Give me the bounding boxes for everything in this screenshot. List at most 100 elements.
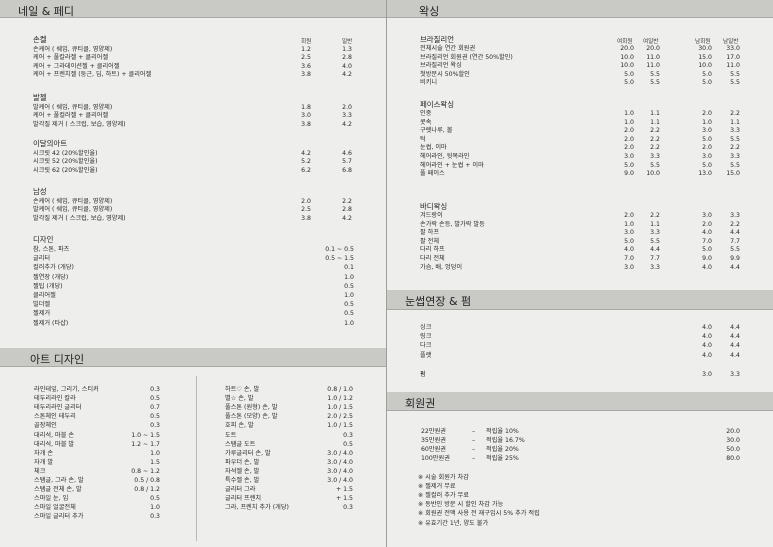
waxing-item-price: 5.5 bbox=[650, 79, 660, 87]
nail-group-title: 이달의아트 bbox=[33, 139, 67, 148]
nail-item-member-price: 6.2 bbox=[301, 166, 311, 174]
nail-item-regular-price: 4.2 bbox=[342, 120, 352, 128]
art-item-name: 테두리라인 칼라 bbox=[34, 395, 76, 403]
membership-voucher: 60만원권 bbox=[421, 446, 446, 454]
nail-item-name: 케어 + 프렌치젤 (둥근, 딥, 하트) + 클리어젤 bbox=[33, 71, 152, 79]
perm-regular-price: 3.3 bbox=[730, 371, 740, 378]
nail-item-member-price: 5.2 bbox=[301, 158, 311, 166]
membership-credit: 80.0 bbox=[726, 455, 740, 463]
waxing-item-name: 브라질리언 회원권 (연간 50%할인) bbox=[420, 53, 513, 61]
art-item-name: 자석젤 손, 발 bbox=[225, 467, 260, 475]
nail-item-regular-price: 1.3 bbox=[342, 46, 352, 53]
waxing-item-name: 인중 bbox=[420, 110, 432, 117]
art-item-price: 0.3 bbox=[343, 431, 353, 439]
nail-item-name: 케어 + 풀컬러젤 + 클리어젤 bbox=[33, 112, 109, 120]
design-item-name: 클리어젤 bbox=[33, 292, 56, 299]
waxing-item-name: 눈썹, 이마 bbox=[420, 144, 447, 152]
waxing-item-price: 11.0 bbox=[646, 62, 660, 70]
art-item-name: 풀스톤 (모양) 손, 발 bbox=[225, 413, 278, 421]
waxing-group-title: 바디왁싱 bbox=[420, 202, 448, 211]
lash-item-name: 싱크 bbox=[420, 324, 432, 331]
waxing-item-name: 손가락 손등, 발가락 발등 bbox=[420, 220, 485, 228]
waxing-item-name: 겨드랑이 bbox=[420, 212, 443, 219]
membership-dash: – bbox=[472, 455, 476, 463]
design-item-price: 0.5 bbox=[344, 301, 354, 309]
waxing-item-price: 5.5 bbox=[650, 237, 660, 245]
membership-rate: 적립율 25% bbox=[486, 455, 519, 463]
membership-note: ※ 젤컬러 추가 무료 bbox=[418, 492, 469, 500]
nail-item-member-price: 3.0 bbox=[301, 112, 311, 120]
waxing-item-name: 헤어라인, 뒷목라인 bbox=[420, 153, 470, 160]
nail-item-name: 발각질 제거 ( 스크럽, 보습, 영양제) bbox=[33, 120, 126, 128]
design-item-price: 0.5 bbox=[344, 282, 354, 290]
design-item-name: 젤팁 (개당) bbox=[33, 282, 63, 290]
nail-item-regular-price: 4.2 bbox=[342, 71, 352, 79]
art-item-price: 1.0 ~ 1.5 bbox=[131, 431, 160, 439]
art-item-price: 0.7 bbox=[150, 404, 160, 412]
art-item-price: 0.5 bbox=[150, 413, 160, 421]
waxing-item-price: 4.4 bbox=[730, 263, 740, 271]
art-item-price: 1.0 / 1.2 bbox=[327, 395, 353, 403]
membership-rate: 적립율 20% bbox=[486, 446, 519, 454]
waxing-item-price: 4.4 bbox=[650, 246, 660, 254]
art-item-price: 0.3 bbox=[150, 386, 160, 393]
waxing-item-price: 3.3 bbox=[650, 263, 660, 271]
waxing-group-title: 브라질리언 bbox=[420, 35, 454, 44]
waxing-group-title: 페이스왁싱 bbox=[420, 100, 454, 109]
design-item-price: 0.1 bbox=[344, 264, 354, 272]
art-item-price: 0.5 bbox=[150, 495, 160, 503]
membership-voucher: 22만원권 bbox=[421, 428, 446, 435]
waxing-item-price: 7.7 bbox=[730, 237, 740, 245]
membership-rate: 적립율 16.7% bbox=[486, 437, 525, 445]
waxing-header: 왁싱 bbox=[387, 0, 773, 18]
waxing-item-name: 팔 하프 bbox=[420, 229, 440, 237]
art-item-name: 스탬글, 그라 손, 발 bbox=[34, 477, 84, 484]
waxing-item-name: 턱 bbox=[420, 135, 426, 143]
waxing-col-header: 남일반 bbox=[723, 39, 739, 45]
nail-item-name: 발케어 ( 쉐입, 큐티클, 영양제) bbox=[33, 206, 113, 214]
design-item-name: 글리터 bbox=[33, 255, 51, 263]
art-item-name: 스마일 눈, 입 bbox=[34, 495, 69, 503]
art-column-divider bbox=[196, 376, 197, 541]
lash-item-name: 플랫 bbox=[420, 351, 432, 359]
art-item-price: 2.0 / 2.5 bbox=[327, 413, 353, 421]
design-item-price: 1.0 bbox=[344, 292, 354, 299]
membership-credit: 30.0 bbox=[726, 437, 740, 445]
art-item-name: 골장체인 bbox=[34, 422, 57, 430]
waxing-item-name: 구렛나루, 볼 bbox=[420, 127, 453, 135]
lash-item-regular-price: 4.4 bbox=[730, 333, 740, 341]
art-item-price: 1.5 bbox=[150, 458, 160, 466]
membership-credit: 50.0 bbox=[726, 446, 740, 454]
waxing-item-price: 2.2 bbox=[730, 110, 740, 117]
nail-group-title: 발젤 bbox=[33, 93, 47, 102]
nail-title: 네일 & 페디 bbox=[18, 5, 75, 18]
nail-item-name: 발각질 제거 ( 스크럽, 보습, 영양제) bbox=[33, 214, 126, 222]
membership-dash: – bbox=[472, 437, 476, 445]
art-item-name: 라인테잎, 그리기, 스티커 bbox=[34, 386, 99, 393]
nail-design-title: 디자인 bbox=[33, 235, 54, 244]
membership-credit: 20.0 bbox=[726, 428, 740, 435]
nail-item-regular-price: 2.0 bbox=[342, 104, 352, 111]
nail-item-member-price: 4.2 bbox=[301, 150, 311, 157]
art-item-name: 대리석, 마블 발 bbox=[34, 440, 75, 448]
art-item-price: + 1.5 bbox=[336, 495, 353, 503]
waxing-item-name: 비키니 bbox=[420, 79, 438, 87]
art-item-price: 3.0 / 4.0 bbox=[327, 477, 353, 484]
membership-note: ※ 젤제거 무료 bbox=[418, 483, 456, 491]
waxing-item-name: 풀 페이스 bbox=[420, 170, 445, 178]
waxing-item-price: 1.1 bbox=[650, 110, 660, 117]
art-item-name: 스탬글 도트 bbox=[225, 440, 256, 448]
art-item-name: 스탬글 전체 손, 발 bbox=[34, 486, 82, 494]
art-item-price: 1.2 ~ 1.7 bbox=[131, 440, 160, 448]
waxing-item-price: 2.2 bbox=[650, 144, 660, 152]
nail-item-regular-price: 3.3 bbox=[342, 112, 352, 120]
perm-item-name: 펌 bbox=[420, 371, 426, 378]
waxing-item-price: 2.2 bbox=[730, 144, 740, 152]
waxing-item-name: 전체시술 연간 회원권 bbox=[420, 45, 476, 52]
waxing-item-price: 17.0 bbox=[726, 53, 740, 61]
waxing-item-price: 1.1 bbox=[650, 118, 660, 126]
design-item-name: 젤제거 (타샵) bbox=[33, 319, 69, 327]
art-header: 아트 디자인 bbox=[0, 348, 386, 367]
membership-dash: – bbox=[472, 428, 476, 435]
waxing-item-price: 5.5 bbox=[650, 161, 660, 169]
